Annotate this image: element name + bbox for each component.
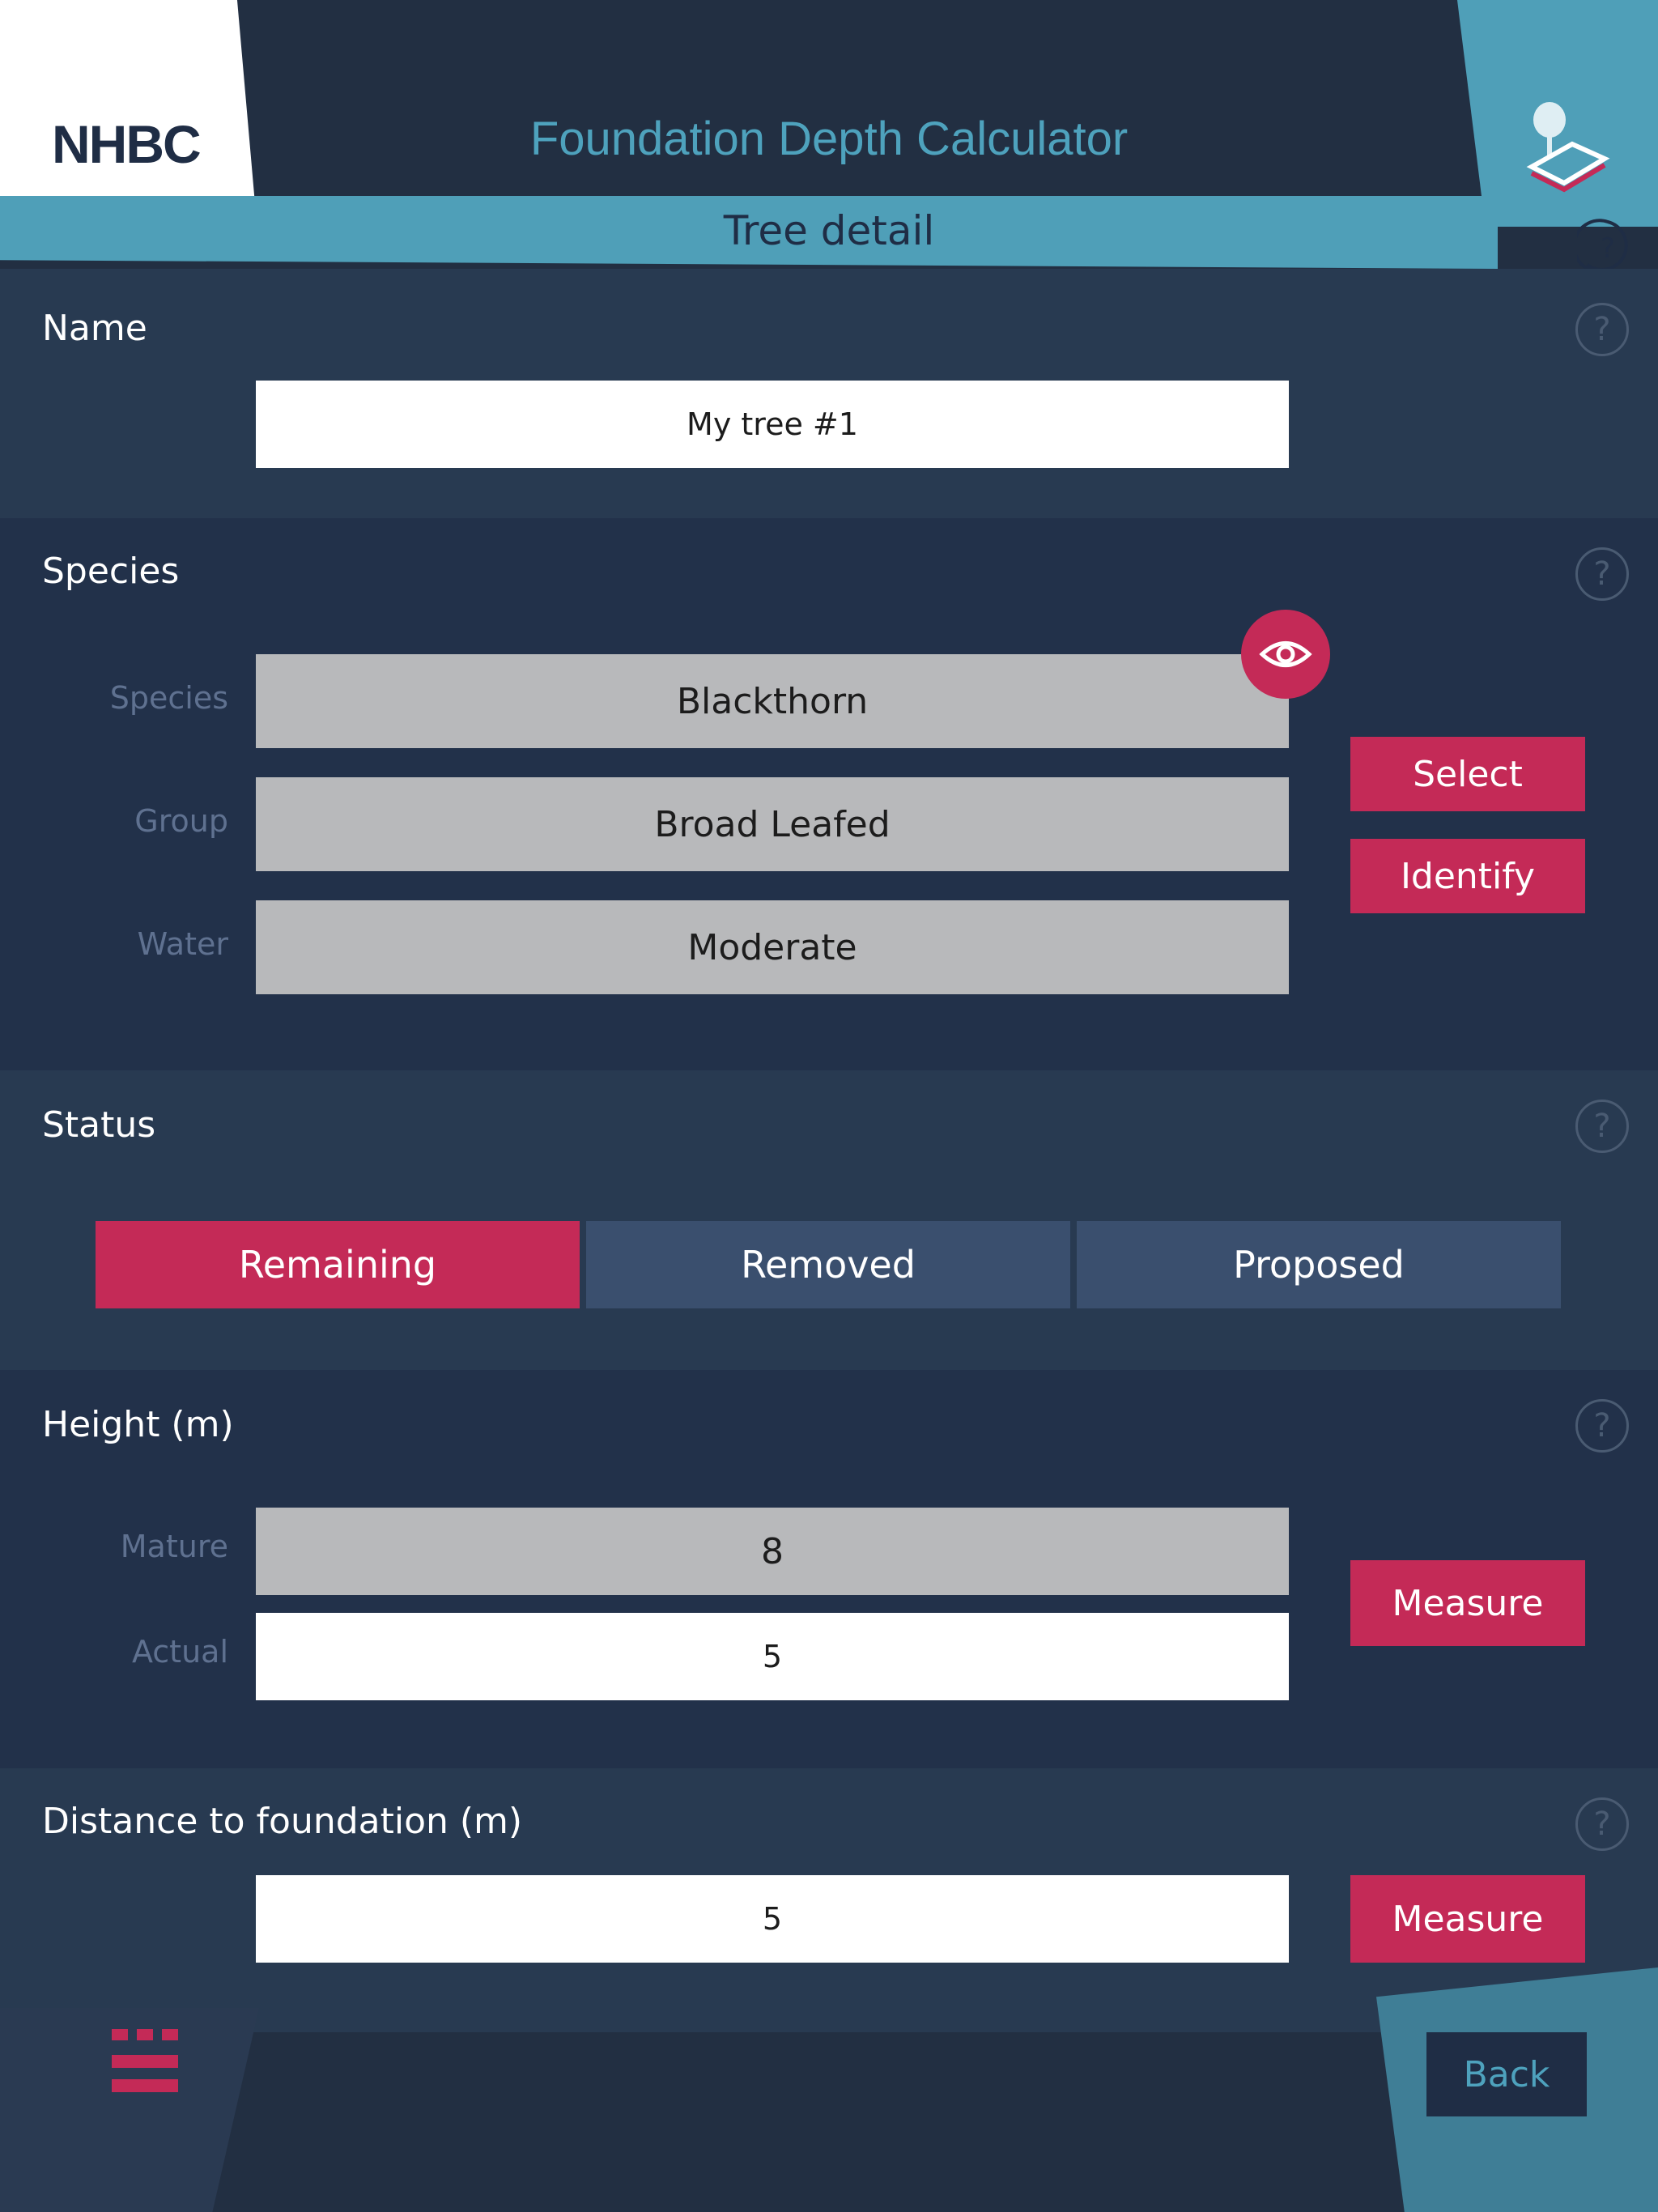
- mature-label: Mature: [120, 1529, 228, 1564]
- species-field: Blackthorn: [256, 654, 1289, 748]
- measure-distance-button[interactable]: Measure: [1350, 1875, 1585, 1963]
- view-species-button[interactable]: [1241, 610, 1330, 699]
- help-icon[interactable]: ?: [1575, 1399, 1629, 1453]
- menu-icon[interactable]: [112, 2029, 178, 2094]
- svg-text:?: ?: [1601, 232, 1615, 265]
- back-button[interactable]: Back: [1426, 2032, 1587, 2116]
- section-title: Distance to foundation (m): [42, 1801, 523, 1842]
- eye-icon: [1259, 641, 1312, 667]
- name-section: Name ? My tree #1: [0, 269, 1658, 518]
- section-title: Status: [42, 1104, 156, 1146]
- section-title: Height (m): [42, 1404, 234, 1445]
- status-option-remaining[interactable]: Remaining: [96, 1221, 580, 1308]
- group-label: Group: [134, 803, 228, 839]
- name-input[interactable]: My tree #1: [256, 381, 1289, 468]
- status-option-proposed[interactable]: Proposed: [1077, 1221, 1561, 1308]
- height-section: Height (m) ? Mature 8 Actual 5 Measure: [0, 1370, 1658, 1768]
- water-field: Moderate: [256, 900, 1289, 994]
- help-icon[interactable]: ?: [1575, 1797, 1629, 1851]
- group-field: Broad Leafed: [256, 777, 1289, 871]
- species-label: Species: [109, 680, 228, 716]
- select-species-button[interactable]: Select: [1350, 737, 1585, 811]
- status-section: Status ?: [0, 1070, 1658, 1370]
- status-option-removed[interactable]: Removed: [586, 1221, 1070, 1308]
- species-section: Species ? Species Blackthorn Group Broad…: [0, 518, 1658, 1070]
- measure-height-button[interactable]: Measure: [1350, 1560, 1585, 1646]
- app-header: NHBC Foundation Depth Calculator Tree de…: [0, 0, 1658, 279]
- actual-label: Actual: [131, 1634, 228, 1670]
- help-icon[interactable]: ?: [1575, 1100, 1629, 1153]
- help-icon[interactable]: ?: [1575, 303, 1629, 356]
- help-icon[interactable]: ?: [1575, 547, 1629, 601]
- section-title: Name: [42, 308, 147, 349]
- water-label: Water: [137, 926, 228, 962]
- section-title: Species: [42, 551, 180, 592]
- page-title: Tree detail: [723, 207, 935, 254]
- mature-height-field: 8: [256, 1508, 1289, 1595]
- app-title: Foundation Depth Calculator: [529, 113, 1129, 165]
- distance-input[interactable]: 5: [256, 1875, 1289, 1963]
- distance-section: Distance to foundation (m) ? 5 Measure: [0, 1768, 1658, 2032]
- actual-height-input[interactable]: 5: [256, 1613, 1289, 1700]
- identify-species-button[interactable]: Identify: [1350, 839, 1585, 913]
